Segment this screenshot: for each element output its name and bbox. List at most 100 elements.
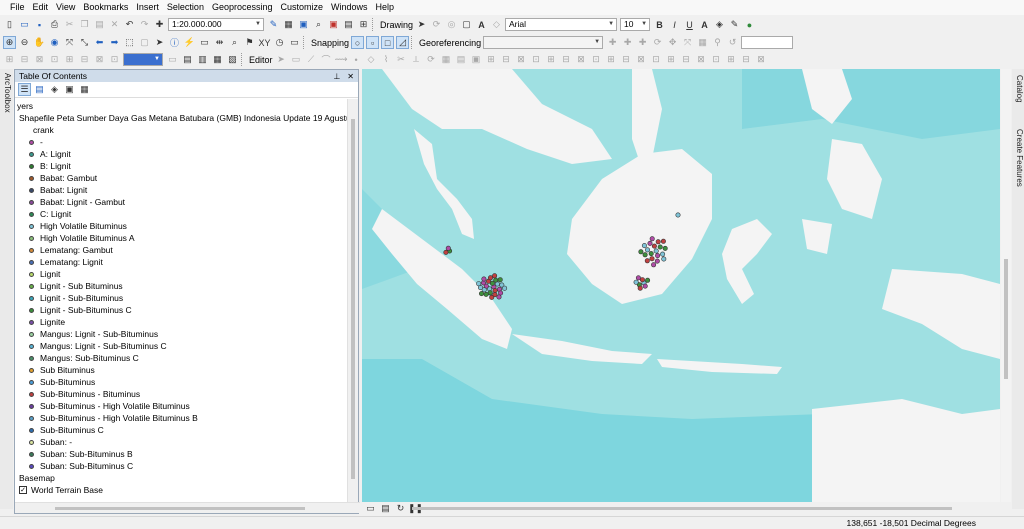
measure-icon[interactable]: ⇹ bbox=[213, 36, 226, 49]
site-point[interactable] bbox=[481, 276, 487, 282]
pan-icon[interactable]: ✋ bbox=[33, 36, 46, 49]
fixed-zoom-in-icon[interactable]: ⤧ bbox=[63, 36, 76, 49]
copy-icon[interactable]: ❐ bbox=[78, 18, 91, 31]
menu-geoprocessing[interactable]: Geoprocessing bbox=[208, 0, 277, 15]
layout-tool-13-icon[interactable]: ▧ bbox=[226, 53, 239, 66]
edit-tool-r-icon[interactable]: ⊟ bbox=[740, 53, 753, 66]
font-color-icon[interactable]: A bbox=[698, 18, 711, 31]
legend-item[interactable]: Sub-Bituminus bbox=[29, 376, 95, 388]
full-extent-icon[interactable]: ◉ bbox=[48, 36, 61, 49]
edit-tool-g-icon[interactable]: ⊠ bbox=[575, 53, 588, 66]
site-point[interactable] bbox=[662, 245, 668, 251]
georef-table-icon[interactable]: ▦ bbox=[696, 36, 709, 49]
undo-icon[interactable]: ↶ bbox=[123, 18, 136, 31]
new-icon[interactable]: ▯ bbox=[3, 18, 16, 31]
legend-item[interactable]: Lignit - Sub-Bituminus bbox=[29, 292, 123, 304]
edit-tool-o-icon[interactable]: ⊠ bbox=[695, 53, 708, 66]
data-view-icon[interactable]: ▭ bbox=[364, 502, 377, 515]
edit-tool-i-icon[interactable]: ⊞ bbox=[605, 53, 618, 66]
site-point[interactable] bbox=[675, 212, 681, 218]
menu-edit[interactable]: Edit bbox=[29, 0, 53, 15]
legend-item[interactable]: Mangus: Lignit - Sub-Bituminus bbox=[29, 328, 158, 340]
end-point-arc-icon[interactable]: ⌒ bbox=[320, 53, 333, 66]
arctoolbox-tab[interactable]: ArcToolbox bbox=[1, 73, 12, 113]
search-window-icon[interactable]: ⌕ bbox=[312, 18, 325, 31]
hyperlink-icon[interactable]: ⚡ bbox=[183, 36, 196, 49]
site-point[interactable] bbox=[660, 251, 666, 257]
site-point[interactable] bbox=[653, 248, 659, 254]
site-point[interactable] bbox=[644, 258, 650, 264]
layers-root[interactable]: yers bbox=[17, 100, 33, 112]
site-point[interactable] bbox=[496, 294, 502, 300]
menu-customize[interactable]: Customize bbox=[277, 0, 328, 15]
delete-icon[interactable]: ✕ bbox=[108, 18, 121, 31]
text-icon[interactable]: A bbox=[475, 18, 488, 31]
edit-tool-f-icon[interactable]: ⊟ bbox=[560, 53, 573, 66]
site-point[interactable] bbox=[654, 258, 660, 264]
toc-vertical-scrollbar[interactable] bbox=[347, 99, 358, 504]
menu-view[interactable]: View bbox=[52, 0, 79, 15]
legend-item[interactable]: Sub-Bituminus - Bituminus bbox=[29, 388, 140, 400]
rotate-edit-icon[interactable]: ⟳ bbox=[425, 53, 438, 66]
model-builder-icon[interactable]: ⊞ bbox=[357, 18, 370, 31]
back-icon[interactable]: ⬅ bbox=[93, 36, 106, 49]
edit-tool-p-icon[interactable]: ⊡ bbox=[710, 53, 723, 66]
editor-toolbar-icon[interactable]: ✎ bbox=[267, 18, 280, 31]
site-point[interactable] bbox=[476, 281, 482, 287]
legend-item[interactable]: Lignit - Sub Bituminus bbox=[29, 280, 123, 292]
site-point[interactable] bbox=[642, 283, 648, 289]
list-by-visibility-icon[interactable]: ◈ bbox=[48, 83, 61, 96]
site-point[interactable] bbox=[641, 243, 647, 249]
legend-item[interactable]: Suban: Sub-Bituminus B bbox=[29, 448, 133, 460]
snapping-menu[interactable]: Snapping bbox=[311, 38, 349, 48]
redo-icon[interactable]: ↷ bbox=[138, 18, 151, 31]
map-canvas[interactable] bbox=[362, 69, 1000, 502]
marker-color-icon[interactable]: ● bbox=[743, 18, 756, 31]
straight-segment-icon[interactable]: ⟋ bbox=[305, 53, 318, 66]
select-elements-icon[interactable]: ➤ bbox=[415, 18, 428, 31]
zoom-whole-page-icon[interactable]: ◎ bbox=[445, 18, 458, 31]
go-to-xy-icon[interactable]: XY bbox=[258, 36, 271, 49]
create-features-icon[interactable]: ▣ bbox=[470, 53, 483, 66]
layout-tool-6-icon[interactable]: ⊟ bbox=[78, 53, 91, 66]
layout-zoom-combo[interactable]: ▼ bbox=[123, 53, 163, 66]
menu-bookmarks[interactable]: Bookmarks bbox=[79, 0, 132, 15]
site-point[interactable] bbox=[655, 239, 661, 245]
legend-item[interactable]: Sub-Bituminus - High Volatile Bituminus … bbox=[29, 412, 198, 424]
layout-tool-1-icon[interactable]: ⊞ bbox=[3, 53, 16, 66]
edit-tool-icon[interactable]: ➤ bbox=[275, 53, 288, 66]
list-by-source-icon[interactable]: ▤ bbox=[33, 83, 46, 96]
layout-tool-12-icon[interactable]: ▦ bbox=[211, 53, 224, 66]
legend-item[interactable]: Babat: Lignit bbox=[29, 184, 87, 196]
site-point[interactable] bbox=[647, 240, 653, 246]
edit-tool-n-icon[interactable]: ⊟ bbox=[680, 53, 693, 66]
site-point[interactable] bbox=[633, 279, 639, 285]
layout-tool-9-icon[interactable]: ▭ bbox=[166, 53, 179, 66]
cut-icon[interactable]: ✂ bbox=[63, 18, 76, 31]
list-by-selection-icon[interactable]: ▣ bbox=[63, 83, 76, 96]
underline-button[interactable]: U bbox=[683, 18, 696, 31]
site-point[interactable] bbox=[644, 247, 650, 253]
layout-tool-2-icon[interactable]: ⊟ bbox=[18, 53, 31, 66]
legend-item[interactable]: High Volatile Bituminus bbox=[29, 220, 127, 232]
site-point[interactable] bbox=[642, 252, 648, 258]
editor-menu[interactable]: Editor bbox=[249, 55, 273, 65]
legend-item[interactable]: C: Lignit bbox=[29, 208, 71, 220]
add-data-icon[interactable]: ✚ bbox=[153, 18, 166, 31]
layout-tool-4-icon[interactable]: ⊡ bbox=[48, 53, 61, 66]
edit-annotation-icon[interactable]: ▭ bbox=[290, 53, 303, 66]
site-point[interactable] bbox=[635, 275, 641, 281]
toc-horizontal-scrollbar[interactable] bbox=[15, 502, 360, 513]
georef-scale-icon[interactable]: ⤧ bbox=[681, 36, 694, 49]
layout-tool-11-icon[interactable]: ▥ bbox=[196, 53, 209, 66]
open-icon[interactable]: ▭ bbox=[18, 18, 31, 31]
georef-rotate-icon[interactable]: ⟳ bbox=[651, 36, 664, 49]
split-icon[interactable]: ⟂ bbox=[410, 53, 423, 66]
legend-item[interactable]: Lignit - Sub-Bituminus C bbox=[29, 304, 132, 316]
map-scale-combo[interactable]: 1:20.000.000 ▼ bbox=[168, 18, 264, 31]
edit-tool-c-icon[interactable]: ⊠ bbox=[515, 53, 528, 66]
legend-item[interactable]: Suban: - bbox=[29, 436, 72, 448]
site-point[interactable] bbox=[661, 256, 667, 262]
catalog-icon[interactable]: ▣ bbox=[297, 18, 310, 31]
menu-insert[interactable]: Insert bbox=[132, 0, 163, 15]
